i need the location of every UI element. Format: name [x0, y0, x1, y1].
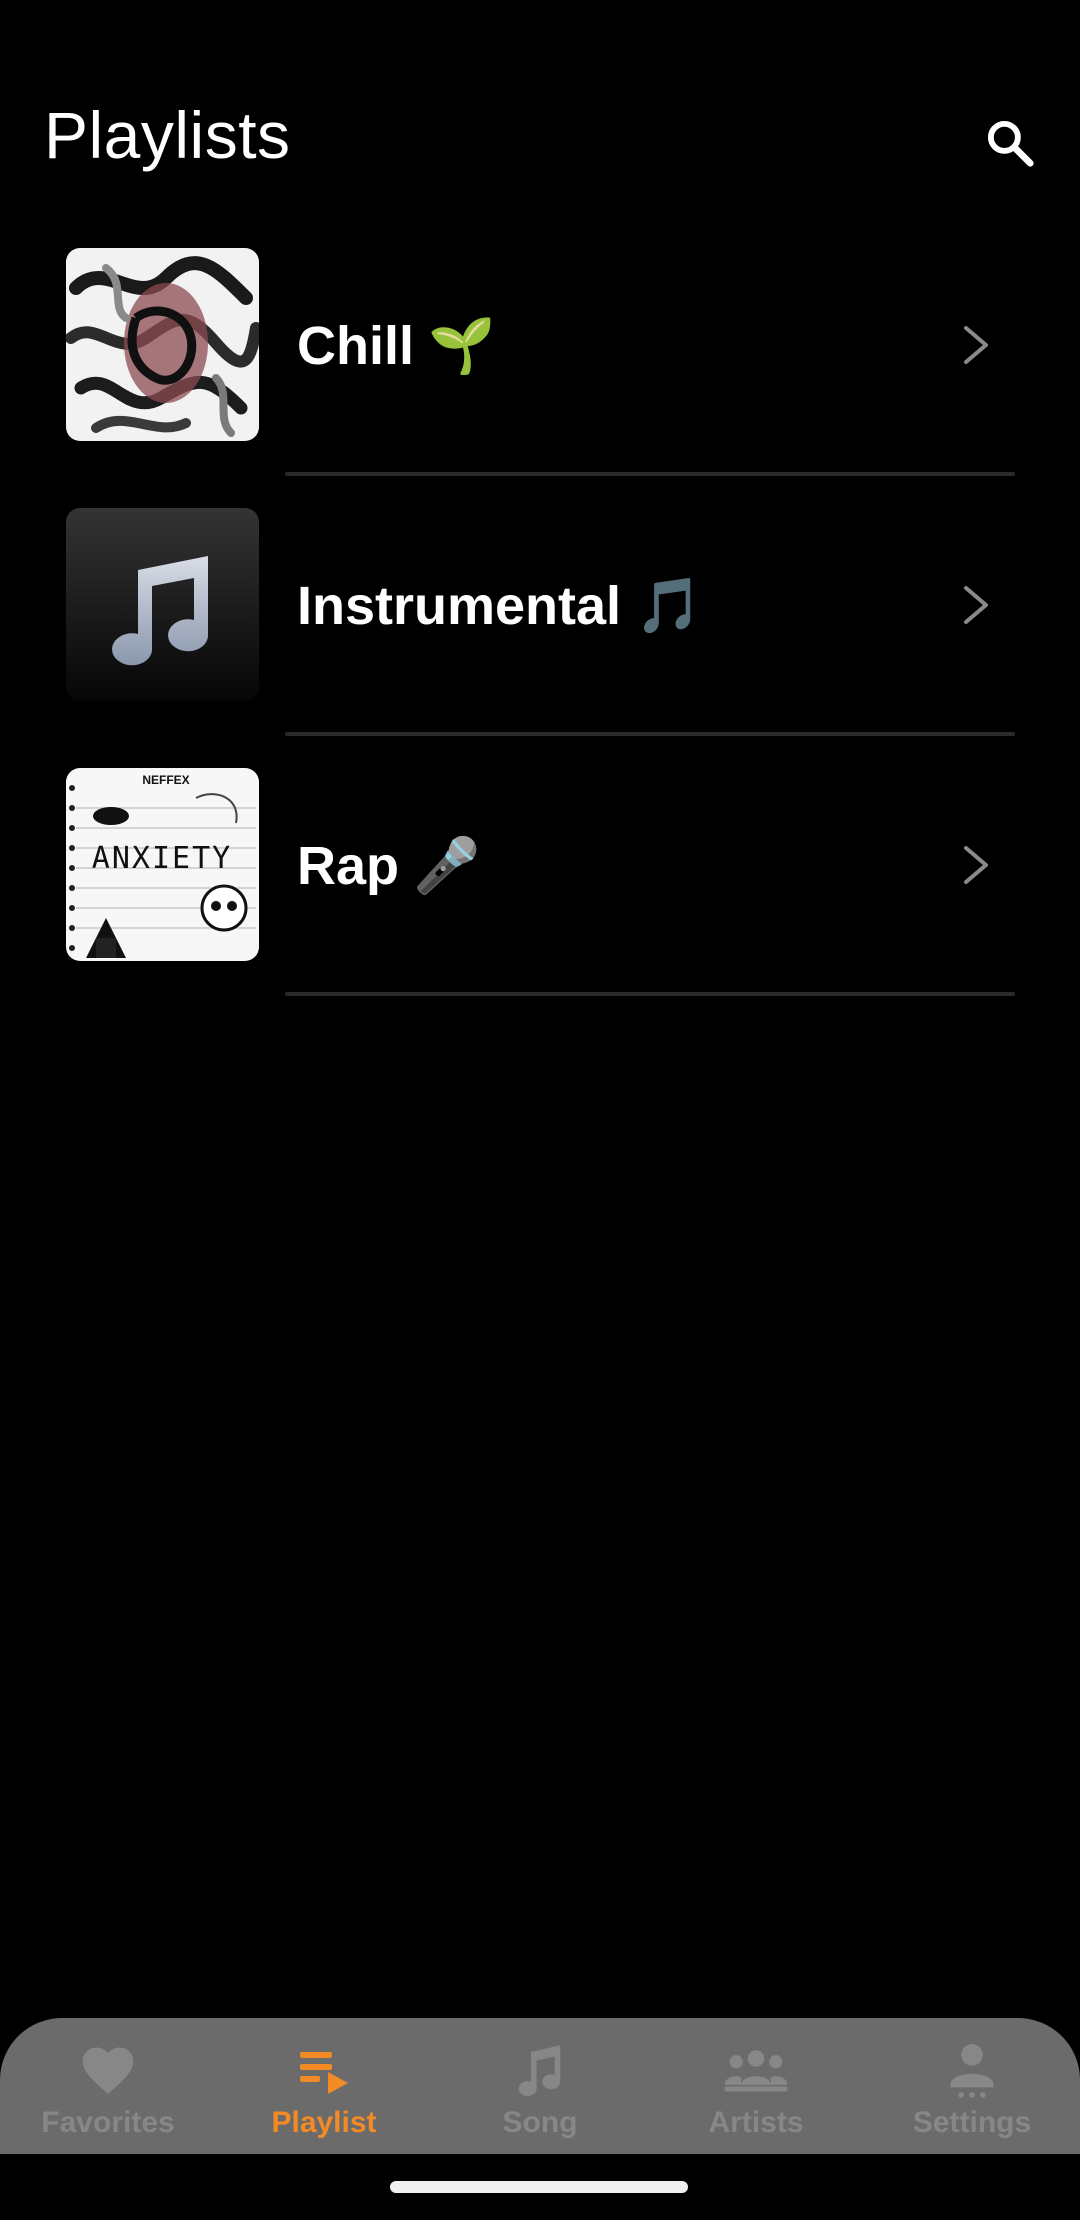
- playlist-name: Instrumental: [297, 576, 622, 636]
- nav-song[interactable]: Song: [432, 2018, 648, 2154]
- home-indicator[interactable]: [390, 2181, 688, 2193]
- music-note-cover: [66, 508, 259, 701]
- divider: [285, 992, 1015, 996]
- nav-label: Playlist: [271, 2106, 377, 2139]
- playlist-list: Chill 🌱 Instrumental 🎵 NEFFEX ANXIETY Ra…: [0, 244, 1080, 1024]
- microphone-emoji: 🎤: [413, 836, 481, 896]
- seedling-emoji: 🌱: [428, 316, 496, 376]
- nav-settings[interactable]: Settings: [864, 2018, 1080, 2154]
- nav-label: Settings: [912, 2106, 1032, 2139]
- chevron-right-icon: [964, 326, 988, 364]
- page-title: Playlists: [44, 98, 291, 172]
- nav-playlist[interactable]: Playlist: [216, 2018, 432, 2154]
- playlist-row-rap[interactable]: NEFFEX ANXIETY Rap 🎤: [0, 764, 1080, 1024]
- chevron-right-icon: [964, 586, 988, 624]
- nav-label: Favorites: [41, 2106, 175, 2139]
- divider: [285, 472, 1015, 476]
- playlist-icon: [300, 2052, 348, 2094]
- playlist-cover: [66, 508, 259, 701]
- cover-title-text: ANXIETY: [92, 841, 232, 876]
- playlist-name: Chill: [297, 316, 414, 376]
- bottom-nav: Favorites Playlist Song Artists Settings: [0, 2018, 1080, 2154]
- people-icon: [724, 2050, 788, 2092]
- music-note-emoji: 🎵: [635, 576, 703, 636]
- abstract-art-cover: [66, 248, 259, 441]
- search-icon: [987, 120, 1034, 167]
- cover-artist-text: NEFFEX: [142, 773, 189, 787]
- divider: [285, 732, 1015, 736]
- nav-label: Song: [502, 2106, 578, 2139]
- playlist-name: Rap: [297, 836, 400, 896]
- playlist-row-instrumental[interactable]: Instrumental 🎵: [0, 504, 1080, 764]
- playlist-row-chill[interactable]: Chill 🌱: [0, 244, 1080, 504]
- chevron-right-icon: [964, 846, 988, 884]
- playlist-cover: [66, 248, 259, 441]
- nav-artists[interactable]: Artists: [648, 2018, 864, 2154]
- anxiety-album-cover: NEFFEX ANXIETY: [66, 768, 259, 961]
- search-button[interactable]: [975, 108, 1045, 178]
- person-icon: [950, 2044, 994, 2098]
- nav-label: Artists: [708, 2106, 804, 2139]
- heart-icon: [82, 2047, 134, 2095]
- nav-favorites[interactable]: Favorites: [0, 2018, 216, 2154]
- playlist-cover: NEFFEX ANXIETY: [66, 768, 259, 961]
- music-note-icon: [518, 2045, 561, 2097]
